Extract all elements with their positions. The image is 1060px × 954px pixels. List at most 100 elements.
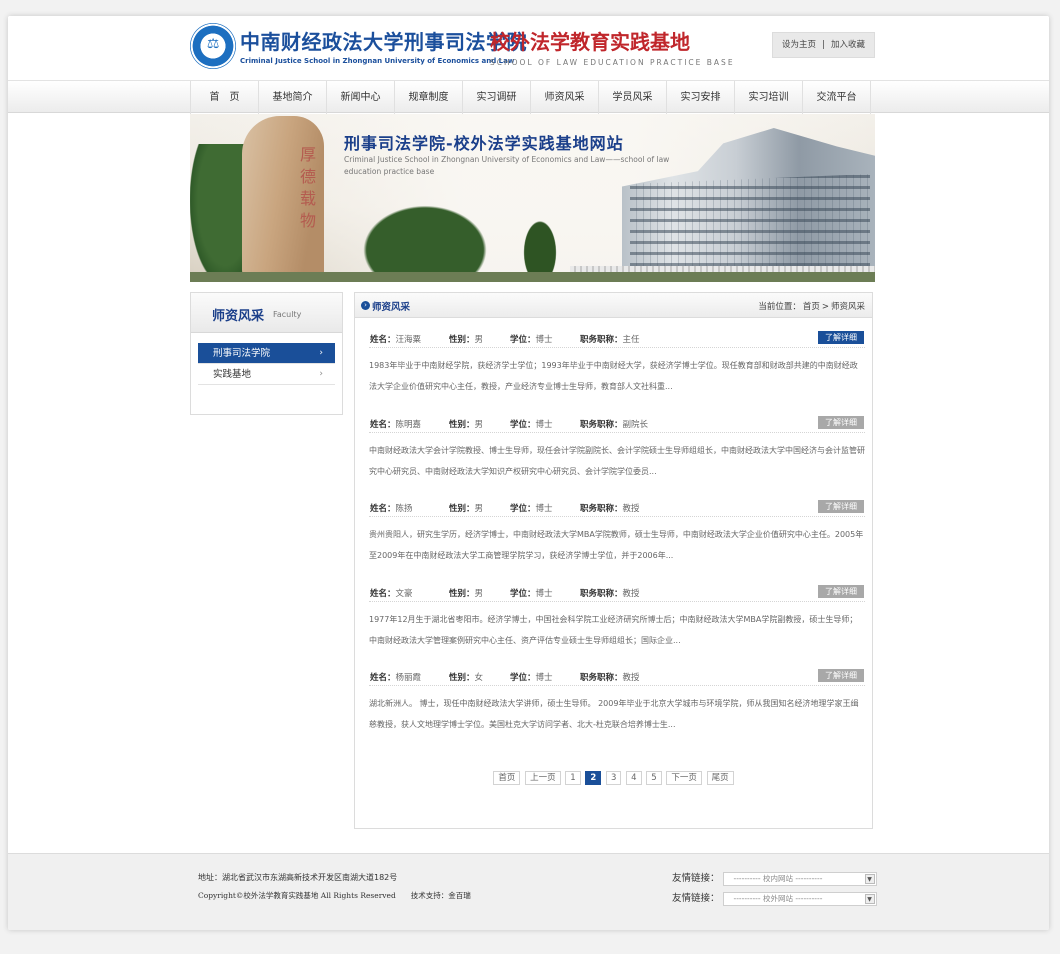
degree-label: 学位： xyxy=(510,504,536,514)
pager-page-2-current[interactable]: 2 xyxy=(585,771,602,785)
faculty-degree: 博士 xyxy=(535,673,553,683)
pager-page-3[interactable]: 3 xyxy=(606,771,622,785)
nav-item-about[interactable]: 基地简介 xyxy=(259,81,327,114)
nav-item-forum[interactable]: 交流平台 xyxy=(803,81,871,114)
faculty-gender: 男 xyxy=(474,335,484,345)
logo-school-name: 中南财经政法大学刑事司法学院 xyxy=(240,30,527,54)
chevron-right-icon: › xyxy=(319,369,323,379)
nav-item-home[interactable]: 首 页 xyxy=(191,81,259,114)
faculty-name: 陈扬 xyxy=(395,504,413,514)
pager-page-4[interactable]: 4 xyxy=(626,771,642,785)
faculty-gender: 女 xyxy=(474,673,484,683)
sidebar-title: 师资风采 xyxy=(212,309,265,324)
degree-label: 学位： xyxy=(510,335,536,345)
faculty-degree: 博士 xyxy=(535,588,553,599)
faculty-degree: 博士 xyxy=(535,504,553,514)
view-detail-button[interactable]: 了解详细 xyxy=(818,331,864,344)
faculty-list: 姓名：汪海粟 性别：男 学位：博士 职务职称：主任 了解详细 1983年毕业于中… xyxy=(369,330,865,753)
nav-item-research[interactable]: 实习调研 xyxy=(463,81,531,114)
name-label: 姓名： xyxy=(370,673,396,683)
site-logo[interactable]: ⚖ 中南财经政法大学刑事司法学院 校外法学教育实践基地 Criminal Jus… xyxy=(190,22,733,74)
title-label: 职务职称： xyxy=(580,335,623,345)
faculty-name: 文豪 xyxy=(395,588,413,599)
main-panel-title: 师资风采 xyxy=(372,302,411,313)
name-label: 姓名： xyxy=(370,588,396,599)
pager-page-5[interactable]: 5 xyxy=(646,771,662,785)
view-detail-button[interactable]: 了解详细 xyxy=(818,584,864,598)
school-seal-icon: ⚖ xyxy=(190,23,236,69)
campus-links-select[interactable]: ---------- 校内网站 ---------- ▼ xyxy=(722,871,877,886)
external-links-select[interactable]: ---------- 校外网站 ---------- ▼ xyxy=(722,891,877,906)
sidebar-title-en: Faculty xyxy=(273,310,302,319)
name-label: 姓名： xyxy=(370,419,396,430)
sidebar-item-practice-base[interactable]: 实践基地 › xyxy=(198,364,335,385)
title-label: 职务职称： xyxy=(580,504,623,514)
footer: 地址：湖北省武汉市东湖高新技术开发区南湖大道182号 Copyright©校外法… xyxy=(8,853,1049,930)
title-label: 职务职称： xyxy=(580,588,623,599)
faculty-name: 杨丽霞 xyxy=(395,673,422,683)
friend-links-label: 友情链接： xyxy=(672,893,720,904)
breadcrumb-prefix: 当前位置： xyxy=(758,302,801,312)
dropdown-arrow-icon: ▼ xyxy=(864,873,875,884)
nav-item-training[interactable]: 实习培训 xyxy=(735,81,803,114)
name-label: 姓名： xyxy=(370,504,396,514)
breadcrumb: 当前位置： 首页 > 师资风采 xyxy=(757,300,866,312)
nav-item-news[interactable]: 新闻中心 xyxy=(327,81,395,114)
faculty-degree: 博士 xyxy=(535,335,553,345)
pager-prev-button[interactable]: 上一页 xyxy=(525,771,561,785)
breadcrumb-home-link[interactable]: 首页 xyxy=(803,302,820,312)
sidebar-header: 师资风采 Faculty xyxy=(191,293,342,333)
sidebar-item-criminal-justice[interactable]: 刑事司法学院 › xyxy=(198,343,335,364)
faculty-name: 汪海粟 xyxy=(395,335,422,345)
faculty-description: 1983年毕业于中南财经学院，获经济学士学位；1993年毕业于中南财经大学，获经… xyxy=(369,361,858,391)
faculty-description: 湖北新洲人。 博士，现任中南财经政法大学讲师，硕士生导师。 2009年毕业于北京… xyxy=(369,699,859,729)
faculty-name: 陈明嘉 xyxy=(395,419,422,430)
faculty-description: 中南财经政法大学会计学院教授、博士生导师，现任会计学院副院长、会计学院硕士生导师… xyxy=(369,445,865,476)
faculty-title: 副院长 xyxy=(622,419,649,430)
sidebar: 师资风采 Faculty 刑事司法学院 › 实践基地 › xyxy=(190,292,343,415)
view-detail-button[interactable]: 了解详细 xyxy=(818,415,864,429)
faculty-entry: 姓名：文豪 性别：男 学位：博士 职务职称：教授 了解详细 1977年12月生于… xyxy=(369,584,865,669)
nav-item-schedule[interactable]: 实习安排 xyxy=(667,81,735,114)
nav-item-faculty[interactable]: 师资风采 xyxy=(531,81,599,114)
set-homepage-link[interactable]: 设为主页 xyxy=(779,40,819,50)
top-links-separator: | xyxy=(822,40,825,50)
chevron-right-icon: › xyxy=(319,348,323,358)
pager-first-button[interactable]: 首页 xyxy=(493,771,521,785)
degree-label: 学位： xyxy=(510,419,536,430)
pager-last-button[interactable]: 尾页 xyxy=(706,771,734,785)
banner-stone-inscription: 厚德载物 xyxy=(300,145,317,230)
pager-next-button[interactable]: 下一页 xyxy=(666,771,702,785)
main-panel: › 师资风采 当前位置： 首页 > 师资风采 姓名：汪海粟 性别：男 学位：博士 职务… xyxy=(354,292,873,829)
logo-base-name: 校外法学教育实践基地 xyxy=(490,30,690,54)
faculty-entry: 姓名：陈扬 性别：男 学位：博士 职务职称：教授 了解详细 贵州贵阳人，研究生学… xyxy=(369,499,865,584)
gender-label: 性别： xyxy=(449,673,475,683)
faculty-entry: 姓名：陈明嘉 性别：男 学位：博士 职务职称：副院长 了解详细 中南财经政法大学… xyxy=(369,415,865,500)
title-label: 职务职称： xyxy=(580,673,623,683)
add-favorite-link[interactable]: 加入收藏 xyxy=(828,40,868,50)
degree-label: 学位： xyxy=(510,673,536,683)
faculty-gender: 男 xyxy=(474,419,484,430)
faculty-entry: 姓名：杨丽霞 性别：女 学位：博士 职务职称：教授 了解详细 湖北新洲人。 博士… xyxy=(369,668,865,753)
nav-item-rules[interactable]: 规章制度 xyxy=(395,81,463,114)
faculty-degree: 博士 xyxy=(535,419,553,430)
logo-base-name-en: SCHOOL OF LAW EDUCATION PRACTICE BASE xyxy=(490,58,735,67)
nav-item-students[interactable]: 学员风采 xyxy=(599,81,667,114)
pagination: 首页 上一页 1 2 3 4 5 下一页 尾页 xyxy=(355,771,872,785)
title-label: 职务职称： xyxy=(580,419,623,430)
gender-label: 性别： xyxy=(449,504,475,514)
faculty-gender: 男 xyxy=(474,504,484,514)
faculty-title: 教授 xyxy=(622,673,640,683)
breadcrumb-separator-icon: > xyxy=(821,302,829,312)
faculty-description: 贵州贵阳人，研究生学历，经济学博士，中南财经政法大学MBA学院教师，硕士生导师，… xyxy=(369,530,864,560)
pager-page-1[interactable]: 1 xyxy=(565,771,581,785)
banner-title: 刑事司法学院-校外法学实践基地网站 xyxy=(344,134,624,153)
circle-arrow-icon: › xyxy=(361,301,370,310)
view-detail-button[interactable]: 了解详细 xyxy=(818,500,864,513)
gender-label: 性别： xyxy=(449,419,475,430)
faculty-title: 教授 xyxy=(622,504,640,514)
friend-links-row: 友情链接： ---------- 校外网站 ---------- ▼ xyxy=(672,890,877,906)
gender-label: 性别： xyxy=(449,588,475,599)
view-detail-button[interactable]: 了解详细 xyxy=(818,669,864,682)
name-label: 姓名： xyxy=(370,335,396,345)
